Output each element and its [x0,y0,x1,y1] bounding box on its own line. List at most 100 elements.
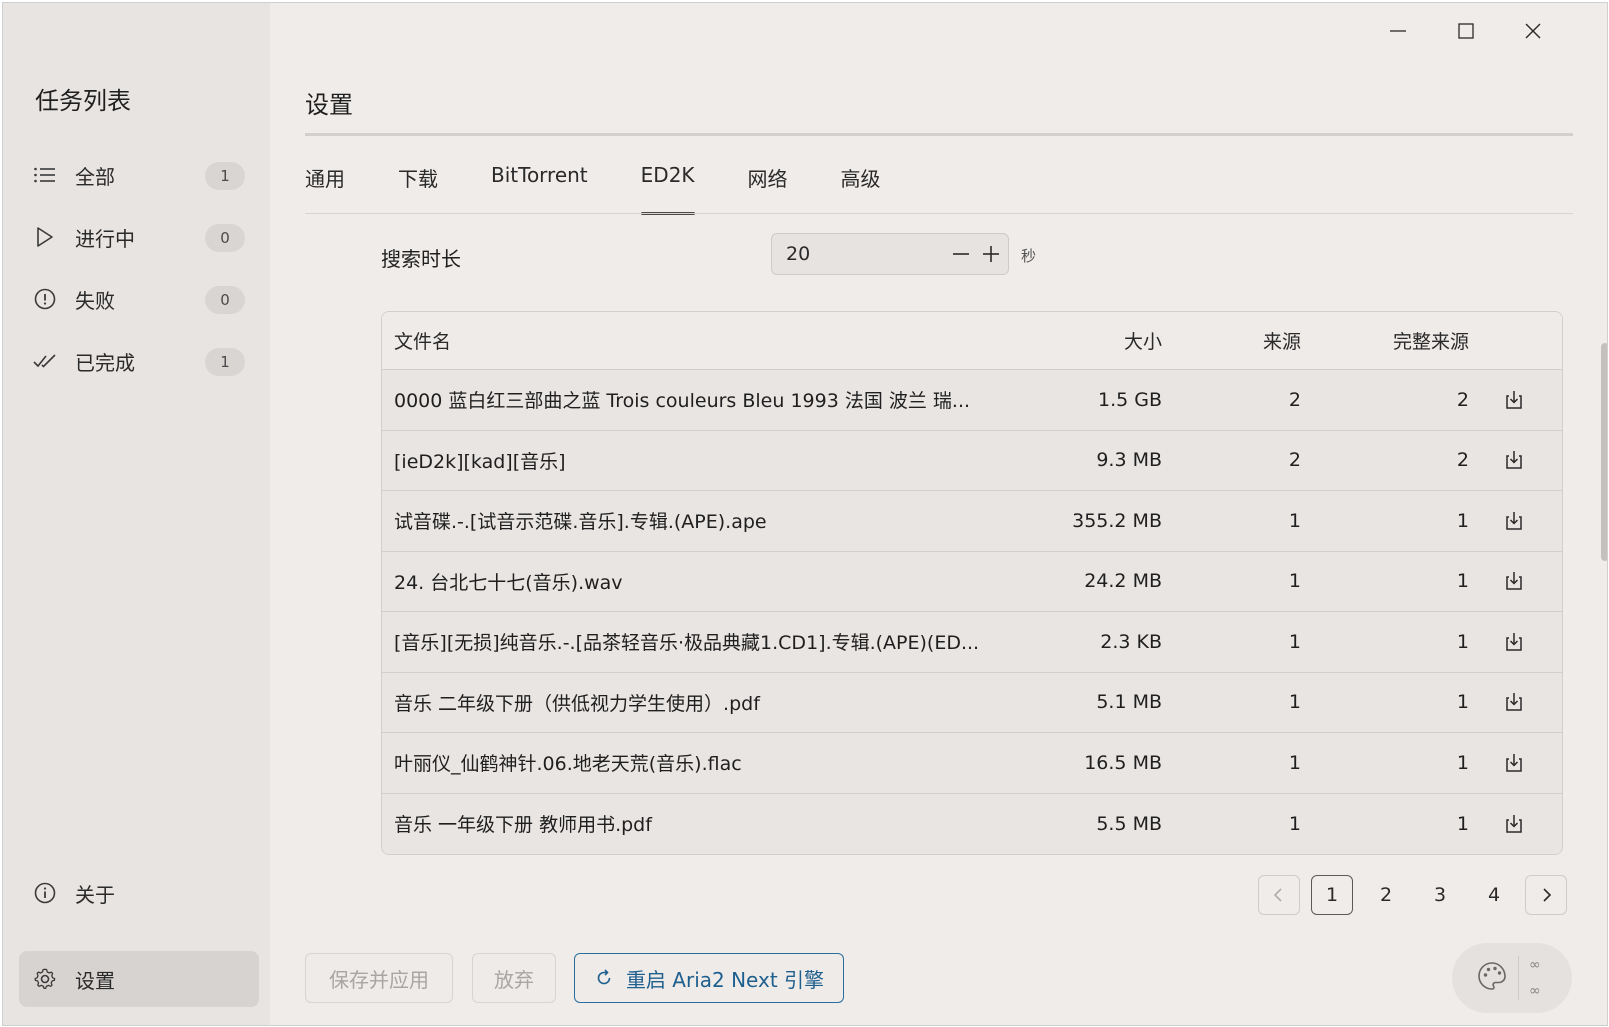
table-row[interactable]: 0000 蓝白红三部曲之蓝 Trois couleurs Bleu 1993 法… [382,370,1562,431]
page-4-button[interactable]: 4 [1473,875,1515,915]
maximize-icon [1458,23,1474,39]
count-badge: 0 [205,224,245,252]
tab-advanced[interactable]: 高级 [841,163,881,213]
file-size: 1.5 GB [1097,388,1162,411]
download-button[interactable] [1469,753,1559,773]
page-1-button[interactable]: 1 [1311,875,1353,915]
tabs-divider [305,213,1573,214]
restart-engine-label: 重启 Aria2 Next 引擎 [625,967,825,992]
sidebar: 任务列表 全部 1 进行中 0 失败 0 已完成 1 关于 设置 [3,3,270,1025]
source-count: 1 [1288,630,1301,653]
increment-button[interactable] [976,239,1006,269]
close-icon [1525,23,1541,39]
restart-engine-button[interactable]: 重启 Aria2 Next 引擎 [574,953,844,1003]
plus-icon [983,246,999,262]
table-row[interactable]: 音乐 一年级下册 教师用书.pdf 5.5 MB 1 1 [382,793,1562,854]
table-row[interactable]: [音乐][无损]纯音乐.-.[品茶轻音乐·极品典藏1.CD1].专辑.(APE)… [382,612,1562,673]
sidebar-item-about[interactable]: 关于 [19,867,259,919]
source-count: 2 [1288,388,1301,411]
minus-icon [953,253,969,255]
file-size: 2.3 KB [1100,630,1162,653]
download-button[interactable] [1469,390,1559,410]
download-icon [1506,632,1522,651]
gear-icon [33,967,57,991]
minimize-button[interactable] [1378,15,1418,47]
complete-source-count: 1 [1456,812,1469,835]
sidebar-item-label: 已完成 [75,350,135,375]
file-size: 16.5 MB [1084,751,1162,774]
table-header: 文件名 大小 来源 完整来源 [382,312,1562,370]
file-name: [音乐][无损]纯音乐.-.[品茶轻音乐·极品典藏1.CD1].专辑.(APE)… [394,632,980,655]
complete-source-count: 2 [1456,449,1469,472]
header-size[interactable]: 大小 [1002,327,1162,354]
save-apply-button[interactable]: 保存并应用 [305,953,453,1003]
tab-download[interactable]: 下载 [398,163,438,213]
source-count: 1 [1288,570,1301,593]
file-name: 音乐 二年级下册（供低视力学生使用）.pdf [394,692,760,715]
sidebar-item-active[interactable]: 进行中 0 [19,211,259,263]
header-name[interactable]: 文件名 [382,327,1002,354]
palette-icon [1476,960,1508,996]
table-row[interactable]: [ieD2k][kad][音乐] 9.3 MB 2 2 [382,430,1562,491]
sidebar-item-label: 设置 [75,968,115,993]
complete-source-count: 1 [1456,570,1469,593]
download-button[interactable] [1469,450,1559,470]
refresh-icon [597,969,611,985]
header-complete-sources[interactable]: 完整来源 [1301,327,1469,354]
file-size: 355.2 MB [1072,509,1162,532]
download-icon [1506,511,1522,530]
scrollbar[interactable] [1601,343,1607,561]
source-count: 2 [1288,449,1301,472]
file-size: 9.3 MB [1096,449,1162,472]
download-button[interactable] [1469,511,1559,531]
title-divider [305,133,1573,136]
file-name: 0000 蓝白红三部曲之蓝 Trois couleurs Bleu 1993 法… [394,390,971,413]
upload-speed: ∞ [1529,957,1541,973]
prev-page-button[interactable] [1258,875,1300,915]
next-page-button[interactable] [1525,875,1567,915]
double-check-icon [33,349,57,373]
decrement-button[interactable] [946,239,976,269]
file-name: 叶丽仪_仙鹤神针.06.地老天荒(音乐).flac [394,753,742,776]
info-icon [33,881,57,905]
file-name: 试音碟.-.[试音示范碟.音乐].专辑.(APE).ape [394,511,767,534]
table-row[interactable]: 音乐 二年级下册（供低视力学生使用）.pdf 5.1 MB 1 1 [382,672,1562,733]
source-count: 1 [1288,509,1301,532]
sidebar-item-all[interactable]: 全部 1 [19,149,259,201]
count-badge: 1 [205,348,245,376]
tab-bittorrent[interactable]: BitTorrent [491,163,588,213]
sidebar-item-failed[interactable]: 失败 0 [19,273,259,325]
download-button[interactable] [1469,571,1559,591]
search-results-table: 文件名 大小 来源 完整来源 0000 蓝白红三部曲之蓝 Trois coule… [381,311,1563,855]
tab-network[interactable]: 网络 [748,163,788,213]
table-row[interactable]: 叶丽仪_仙鹤神针.06.地老天荒(音乐).flac 16.5 MB 1 1 [382,733,1562,794]
page-2-button[interactable]: 2 [1365,875,1407,915]
speed-widget[interactable]: ∞ ∞ [1452,943,1572,1013]
source-count: 1 [1288,812,1301,835]
table-row[interactable]: 24. 台北七十七(音乐).wav 24.2 MB 1 1 [382,551,1562,612]
file-size: 5.5 MB [1096,812,1162,835]
sidebar-title: 任务列表 [35,87,131,115]
search-duration-unit: 秒 [1021,247,1037,265]
maximize-button[interactable] [1446,15,1486,47]
search-duration-input[interactable] [786,243,946,265]
page-3-button[interactable]: 3 [1419,875,1461,915]
sidebar-item-completed[interactable]: 已完成 1 [19,335,259,387]
sidebar-item-label: 全部 [75,164,115,189]
source-count: 1 [1288,691,1301,714]
chevron-left-icon [1273,888,1282,902]
file-name: 音乐 一年级下册 教师用书.pdf [394,814,652,837]
tab-ed2k[interactable]: ED2K [640,163,695,215]
download-icon [1506,451,1522,469]
header-sources[interactable]: 来源 [1162,327,1301,354]
download-button[interactable] [1469,814,1559,834]
table-row[interactable]: 试音碟.-.[试音示范碟.音乐].专辑.(APE).ape 355.2 MB 1 1 [382,491,1562,552]
download-button[interactable] [1469,632,1559,652]
sidebar-item-settings[interactable]: 设置 [19,951,259,1007]
download-button[interactable] [1469,692,1559,712]
complete-source-count: 1 [1456,691,1469,714]
count-badge: 1 [205,162,245,190]
tab-general[interactable]: 通用 [305,163,345,213]
close-button[interactable] [1513,15,1553,47]
discard-button[interactable]: 放弃 [472,953,556,1003]
